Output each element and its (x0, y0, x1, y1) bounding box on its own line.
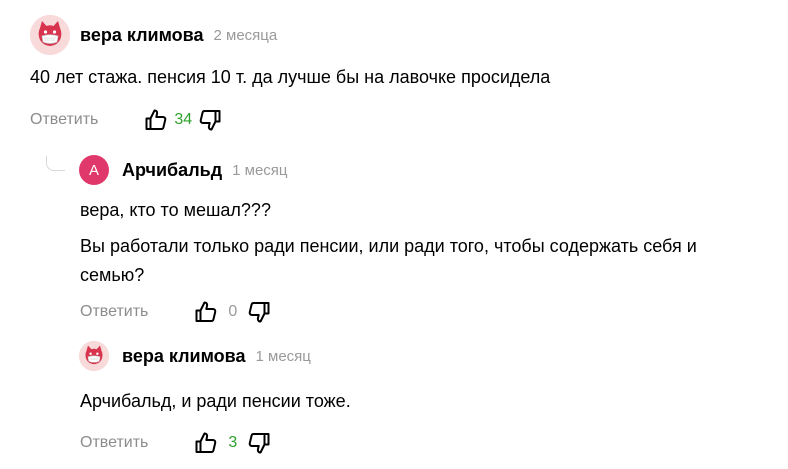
like-count: 0 (228, 303, 238, 320)
comment-time: 1 месяц (232, 161, 288, 179)
comment-line: Вы работали только ради пенсии, или ради… (80, 236, 697, 256)
cat-mask-avatar-icon[interactable] (79, 341, 109, 371)
comment-actions: Ответить 34 (30, 105, 222, 135)
letter-avatar[interactable]: А (79, 155, 109, 185)
thumbs-up-icon[interactable] (194, 431, 218, 455)
author-name[interactable]: вера климова (80, 25, 204, 46)
thumbs-up-icon[interactable] (194, 300, 218, 324)
comment-line: Арчибальд, и ради пенсии тоже. (80, 391, 351, 411)
like-count: 34 (174, 111, 193, 128)
comment-actions: Ответить 3 (80, 428, 271, 458)
comment-text: 40 лет стажа. пенсия 10 т. да лучше бы н… (30, 63, 550, 92)
comment-header: А Арчибальд 1 месяц (79, 155, 288, 185)
comment-line: семью? (80, 265, 145, 285)
thumbs-down-icon[interactable] (247, 300, 271, 324)
reply-button[interactable]: Ответить (80, 303, 148, 321)
comment-line: 40 лет стажа. пенсия 10 т. да лучше бы н… (30, 67, 551, 87)
comment-time: 2 месяца (213, 26, 278, 44)
thumbs-down-icon[interactable] (247, 431, 271, 455)
author-name[interactable]: Арчибальд (122, 160, 222, 181)
thumbs-down-icon[interactable] (198, 108, 222, 132)
comment-actions: Ответить 0 (80, 297, 271, 327)
comment-header: вера климова 1 месяц (79, 341, 311, 371)
comment-text: вера, кто то мешал??? Вы работали только… (80, 196, 697, 290)
reply-button[interactable]: Ответить (30, 111, 98, 129)
comment-line: вера, кто то мешал??? (80, 200, 271, 220)
author-name[interactable]: вера климова (122, 346, 246, 367)
like-count: 3 (228, 434, 238, 451)
comment-header: вера климова 2 месяца (30, 15, 277, 55)
cat-mask-avatar-icon[interactable] (30, 15, 70, 55)
reply-button[interactable]: Ответить (80, 434, 148, 452)
thread-connector (46, 156, 65, 171)
comment-time: 1 месяц (255, 347, 311, 365)
comment-text: Арчибальд, и ради пенсии тоже. (80, 387, 351, 416)
thumbs-up-icon[interactable] (144, 108, 168, 132)
